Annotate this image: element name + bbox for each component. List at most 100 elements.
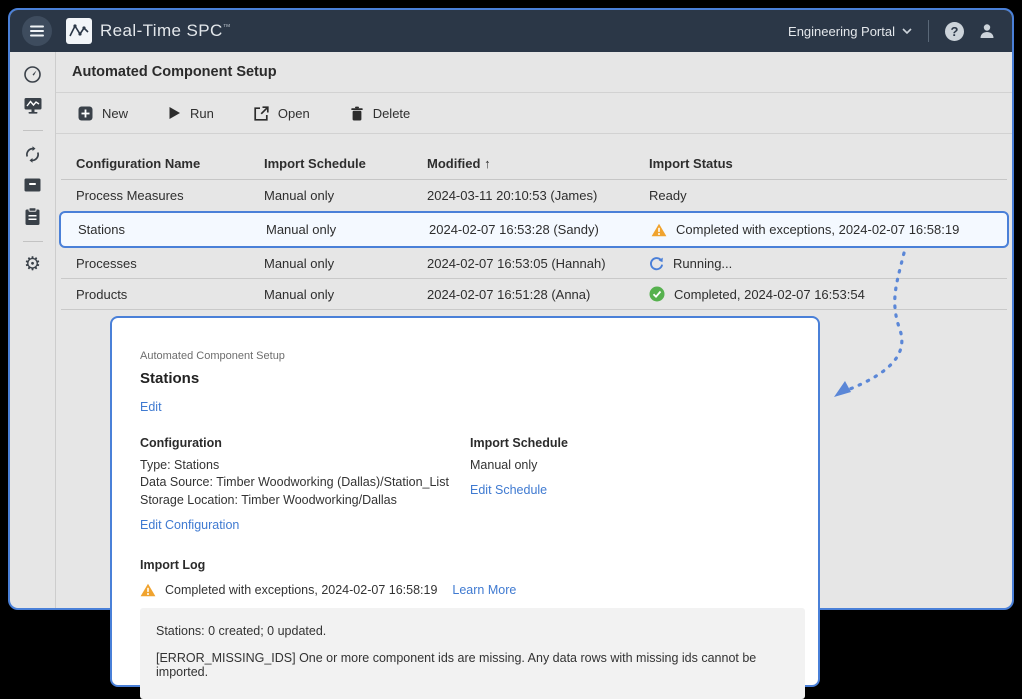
toolbar: New Run Open <box>56 93 1012 134</box>
warning-icon <box>140 583 156 597</box>
warning-icon <box>651 223 667 237</box>
cell-name: Processes <box>76 256 264 271</box>
configurations-table: Configuration Name Import Schedule Modif… <box>56 148 1012 310</box>
cell-schedule: Manual only <box>264 256 427 271</box>
cell-modified: 2024-02-07 16:51:28 (Anna) <box>427 287 649 302</box>
open-external-icon <box>254 106 269 121</box>
monitor-chart-icon <box>23 96 43 115</box>
cell-status: Completed with exceptions, 2024-02-07 16… <box>651 222 990 237</box>
edit-schedule-link[interactable]: Edit Schedule <box>470 483 547 497</box>
table-row-processes[interactable]: Processes Manual only 2024-02-07 16:53:0… <box>61 248 1007 279</box>
cell-modified: 2024-02-07 16:53:28 (Sandy) <box>429 222 651 237</box>
sort-ascending-icon: ↑ <box>484 156 491 171</box>
new-button[interactable]: New <box>78 106 128 121</box>
app-header: Real-Time SPC™ Engineering Portal ? <box>10 10 1012 52</box>
status-text: Running... <box>673 256 732 271</box>
chevron-down-icon <box>902 28 912 34</box>
sidebar-separator <box>23 241 43 242</box>
sidebar-item-archive[interactable] <box>23 175 42 195</box>
trademark-symbol: ™ <box>223 22 231 31</box>
configuration-type: Type: Stations <box>140 457 470 474</box>
running-refresh-icon <box>649 256 664 271</box>
user-account-button[interactable] <box>978 22 996 40</box>
import-log-status-text: Completed with exceptions, 2024-02-07 16… <box>165 583 437 597</box>
log-line-summary: Stations: 0 created; 0 updated. <box>156 624 789 638</box>
portal-dropdown[interactable]: Engineering Portal <box>788 24 912 39</box>
cell-schedule: Manual only <box>264 188 427 203</box>
cell-modified: 2024-02-07 16:53:05 (Hannah) <box>427 256 649 271</box>
new-button-label: New <box>102 106 128 121</box>
cell-status: Completed, 2024-02-07 16:53:54 <box>649 286 992 302</box>
open-button[interactable]: Open <box>254 106 310 121</box>
table-row-process-measures[interactable]: Process Measures Manual only 2024-03-11 … <box>61 180 1007 211</box>
import-log-output: Stations: 0 created; 0 updated. [ERROR_M… <box>140 608 805 699</box>
page-title: Automated Component Setup <box>72 64 277 80</box>
table-row-stations-selected[interactable]: Stations Manual only 2024-02-07 16:53:28… <box>59 211 1009 248</box>
header-divider <box>928 20 929 42</box>
sidebar-item-sync[interactable] <box>23 144 42 164</box>
import-log-section: Import Log Completed with exceptions, 20… <box>140 558 790 699</box>
column-header-configuration-name[interactable]: Configuration Name <box>76 156 264 171</box>
portal-dropdown-label: Engineering Portal <box>788 24 895 39</box>
table-row-products[interactable]: Products Manual only 2024-02-07 16:51:28… <box>61 279 1007 310</box>
log-line-error: [ERROR_MISSING_IDS] One or more componen… <box>156 651 789 679</box>
screenshot-canvas: { "header": { "app_name": "Real-Time SPC… <box>0 0 1022 699</box>
archive-box-icon <box>23 176 42 194</box>
cell-name: Process Measures <box>76 188 264 203</box>
cell-name: Stations <box>78 222 266 237</box>
learn-more-link[interactable]: Learn More <box>452 583 516 597</box>
sidebar-item-charts[interactable] <box>23 95 43 115</box>
cell-schedule: Manual only <box>266 222 429 237</box>
hamburger-menu-button[interactable] <box>22 16 52 46</box>
cell-status: Running... <box>649 256 992 271</box>
cell-name: Products <box>76 287 264 302</box>
import-schedule-heading: Import Schedule <box>470 436 568 450</box>
edit-configuration-link[interactable]: Edit Configuration <box>140 518 239 532</box>
run-button-label: Run <box>190 106 214 121</box>
gear-icon: ⚙ <box>24 256 41 274</box>
column-header-import-status[interactable]: Import Status <box>649 156 992 171</box>
app-logo <box>66 18 92 44</box>
gauge-icon <box>23 65 42 84</box>
hamburger-icon <box>29 25 45 37</box>
edit-link[interactable]: Edit <box>140 400 790 414</box>
user-icon <box>978 22 996 40</box>
cell-modified: 2024-03-11 20:10:53 (James) <box>427 188 649 203</box>
status-text: Ready <box>649 188 687 203</box>
cell-schedule: Manual only <box>264 287 427 302</box>
configuration-data-source: Data Source: Timber Woodworking (Dallas)… <box>140 474 470 491</box>
run-button[interactable]: Run <box>168 106 214 121</box>
delete-button[interactable]: Delete <box>350 106 411 121</box>
delete-button-label: Delete <box>373 106 411 121</box>
app-title: Real-Time SPC™ <box>100 21 231 41</box>
question-mark-icon: ? <box>951 24 959 39</box>
sidebar: ⚙ <box>10 52 56 610</box>
import-schedule-value: Manual only <box>470 457 568 474</box>
status-text: Completed with exceptions, 2024-02-07 16… <box>676 222 959 237</box>
spc-chart-logo-icon <box>69 22 89 40</box>
sidebar-item-dashboard[interactable] <box>23 64 42 84</box>
column-header-import-schedule[interactable]: Import Schedule <box>264 156 427 171</box>
page-title-bar: Automated Component Setup <box>56 52 1012 93</box>
column-header-modified[interactable]: Modified ↑ <box>427 156 649 171</box>
play-icon <box>168 106 181 120</box>
import-log-heading: Import Log <box>140 558 790 572</box>
detail-panel-title: Stations <box>140 370 790 387</box>
stations-detail-panel: Automated Component Setup Stations Edit … <box>110 316 820 687</box>
sync-icon <box>23 145 42 164</box>
sidebar-item-settings[interactable]: ⚙ <box>24 255 41 275</box>
import-schedule-section: Import Schedule Manual only Edit Schedul… <box>470 436 568 534</box>
trash-icon <box>350 106 364 121</box>
sidebar-item-clipboard[interactable] <box>24 206 41 226</box>
clipboard-icon <box>24 207 41 226</box>
success-check-icon <box>649 286 665 302</box>
table-header-row: Configuration Name Import Schedule Modif… <box>61 148 1007 180</box>
breadcrumb: Automated Component Setup <box>140 350 790 362</box>
plus-square-icon <box>78 106 93 121</box>
sidebar-separator <box>23 130 43 131</box>
open-button-label: Open <box>278 106 310 121</box>
configuration-heading: Configuration <box>140 436 470 450</box>
help-button[interactable]: ? <box>945 22 964 41</box>
configuration-storage-location: Storage Location: Timber Woodworking/Dal… <box>140 492 470 509</box>
cell-status: Ready <box>649 188 992 203</box>
